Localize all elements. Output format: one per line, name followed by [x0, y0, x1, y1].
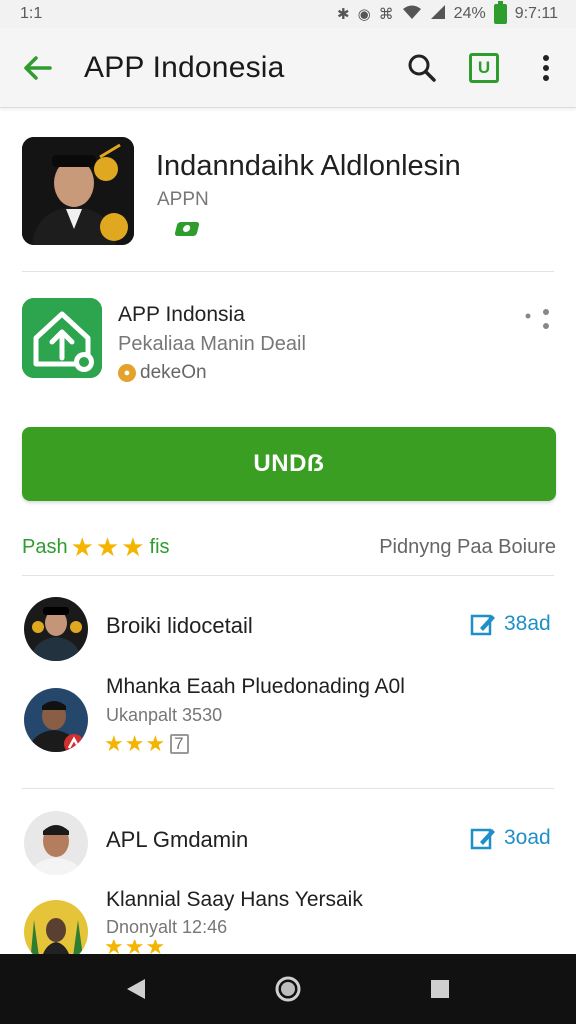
rating-suffix: fis — [149, 535, 170, 558]
review-author: Broiki lidocetail — [106, 613, 253, 638]
coin-icon: ● — [118, 364, 136, 382]
review-stars-icon: ★★★ — [104, 731, 167, 756]
signal-icon — [430, 4, 446, 24]
wifi-icon — [402, 4, 422, 24]
u-box-icon: U — [469, 52, 499, 83]
review-read-label: 38ad — [504, 612, 551, 635]
nav-recents-button[interactable] — [410, 964, 470, 1014]
overflow-menu-button[interactable] — [526, 48, 566, 88]
edit-icon — [470, 828, 495, 850]
back-button[interactable] — [18, 48, 58, 88]
home-circle-icon — [275, 976, 301, 1002]
review-read-label: 3oad — [504, 826, 551, 849]
battery-percent: 24% — [453, 5, 486, 22]
hero-app-title: Indanndaihk Aldlonlesin — [156, 150, 461, 182]
rating-prefix: Pash — [22, 535, 68, 558]
search-button[interactable] — [402, 48, 442, 88]
status-time: 9:7:11 — [514, 5, 558, 22]
divider — [22, 271, 554, 272]
review-text: Mhanka Eaah Pluedonading A0l — [106, 675, 405, 698]
app-name: APP Indonsia — [118, 303, 245, 326]
nav-home-button[interactable] — [258, 964, 318, 1014]
more-dots-icon — [525, 309, 549, 329]
editors-choice-badge-icon — [174, 222, 200, 236]
square-recents-icon — [431, 980, 449, 998]
system-nav-bar — [0, 954, 576, 1024]
app-icon-house[interactable] — [22, 298, 102, 378]
hero-app-icon[interactable] — [22, 137, 134, 245]
app-description: Pekaliaa Manin Deail — [118, 333, 306, 355]
install-button[interactable]: UNDẞ — [22, 427, 556, 501]
rating-stars-icon: ★★★ — [70, 531, 147, 562]
review-stars: ★★★ — [104, 940, 166, 954]
app-bar: APP Indonesia U — [0, 28, 576, 108]
rating-row: Pash ★★★ fis Pidnyng Paa Boiure — [22, 532, 556, 562]
review-read-link[interactable]: 3oad — [470, 826, 551, 850]
status-left-text: 1:1 — [20, 5, 43, 22]
alarm-icon: ◉ — [357, 6, 371, 23]
review-meta: Ukanpalt 3530 — [106, 705, 223, 725]
divider — [22, 575, 554, 576]
review-read-link[interactable]: 38ad — [470, 612, 551, 636]
review-meta: Dnonyalt 12:46 — [106, 917, 228, 937]
avatar[interactable] — [24, 811, 88, 875]
triangle-back-icon — [127, 979, 145, 999]
library-button[interactable]: U — [464, 48, 504, 88]
rating-link[interactable]: Pidnyng Paa Boiure — [379, 536, 556, 559]
review-count: 7 — [170, 734, 189, 754]
developer-name: dekeOn — [140, 362, 207, 383]
edit-icon — [470, 614, 495, 636]
review-stars: ★★★ 7 — [104, 731, 189, 757]
review-text: Klannial Saay Hans Yersaik — [106, 888, 363, 911]
page-title: APP Indonesia — [84, 50, 285, 84]
app-developer: ● dekeOn — [118, 362, 207, 384]
bluetooth-icon: ✱ — [337, 6, 350, 23]
vibrate-icon: ⌘ — [378, 6, 394, 23]
battery-icon — [493, 1, 507, 24]
review-stars-icon: ★★★ — [104, 940, 167, 954]
avatar[interactable] — [24, 688, 88, 752]
back-arrow-icon — [24, 55, 52, 80]
status-bar: 1:1 ✱ ◉ ⌘ 24% 9:7:11 — [0, 0, 576, 28]
search-icon — [408, 54, 436, 82]
divider — [22, 788, 554, 789]
rating-summary: Pash ★★★ fis — [22, 532, 170, 563]
nav-back-button[interactable] — [106, 964, 166, 1014]
hero-app-subtitle: APPN — [157, 189, 209, 210]
review-author: APL Gmdamin — [106, 827, 249, 852]
app-row-more-button[interactable] — [520, 306, 560, 336]
more-vert-icon — [543, 54, 549, 81]
status-icons: ✱ ◉ ⌘ 24% 9:7:11 — [337, 1, 558, 24]
avatar[interactable] — [24, 597, 88, 661]
